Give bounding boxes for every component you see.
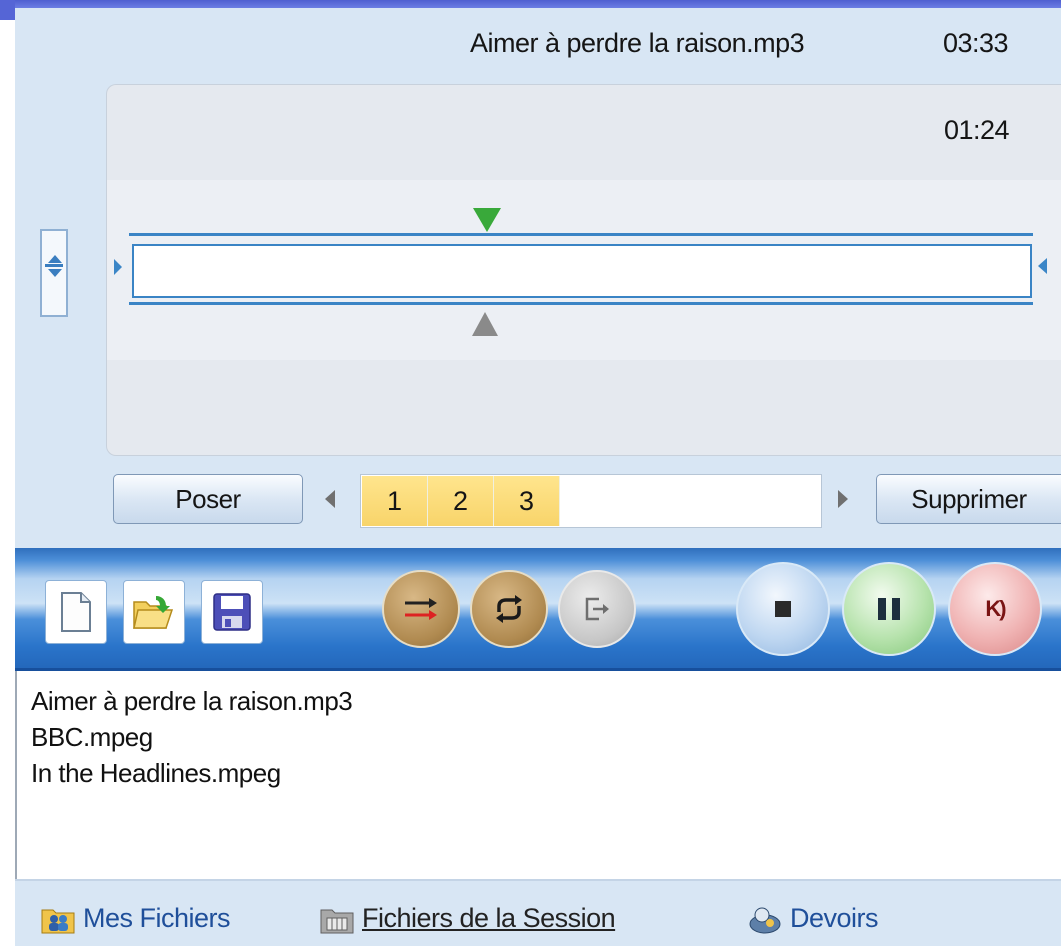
current-file-name: Aimer à perdre la raison.mp3 bbox=[470, 28, 805, 58]
bottom-tab-bar: Mes Fichiers Fichiers de la Session Devo… bbox=[15, 879, 1061, 946]
tab-devoirs[interactable]: Devoirs bbox=[748, 903, 879, 934]
segment-prev-arrow-icon[interactable] bbox=[325, 490, 335, 508]
zoom-bar-icon bbox=[45, 264, 63, 267]
tab-fichiers-session[interactable]: Fichiers de la Session bbox=[320, 903, 616, 934]
vertical-zoom-control[interactable] bbox=[40, 229, 68, 317]
list-item[interactable]: In the Headlines.mpeg bbox=[31, 755, 1061, 791]
position-marker-icon[interactable] bbox=[472, 312, 498, 336]
segment-1[interactable]: 1 bbox=[362, 476, 428, 526]
poser-button[interactable]: Poser bbox=[113, 474, 303, 524]
supprimer-button[interactable]: Supprimer bbox=[876, 474, 1061, 524]
segment-next-arrow-icon[interactable] bbox=[838, 490, 848, 508]
stop-icon[interactable] bbox=[736, 562, 830, 656]
session-folder-icon bbox=[320, 904, 354, 934]
tab-label: Devoirs bbox=[790, 903, 879, 933]
track-line-top bbox=[129, 233, 1033, 236]
playhead-marker-icon[interactable] bbox=[473, 208, 501, 232]
tab-label: Mes Fichiers bbox=[83, 903, 231, 933]
marker-segments: 1 2 3 bbox=[360, 474, 822, 528]
file-duration: 03:33 bbox=[943, 28, 1009, 58]
export-icon[interactable] bbox=[558, 570, 636, 648]
switch-arrows-icon[interactable] bbox=[382, 570, 460, 648]
users-folder-icon bbox=[41, 904, 75, 934]
save-disk-icon[interactable] bbox=[201, 580, 263, 644]
list-item[interactable]: BBC.mpeg bbox=[31, 719, 1061, 755]
new-document-icon[interactable] bbox=[45, 580, 107, 644]
repeat-icon[interactable] bbox=[470, 570, 548, 648]
zoom-up-arrow-icon bbox=[48, 255, 62, 263]
stop-square bbox=[775, 601, 791, 617]
homework-icon bbox=[748, 904, 782, 934]
window-corner bbox=[0, 0, 15, 20]
track-start-handle-icon[interactable] bbox=[114, 259, 122, 275]
tab-label: Fichiers de la Session bbox=[362, 903, 616, 933]
record-icon[interactable]: K) bbox=[948, 562, 1042, 656]
open-folder-icon[interactable] bbox=[123, 580, 185, 644]
window-title-bar bbox=[0, 0, 1061, 8]
timeline-track[interactable] bbox=[132, 244, 1032, 298]
record-glyph: K) bbox=[985, 596, 1006, 621]
current-time: 01:24 bbox=[944, 115, 1010, 145]
segment-3[interactable]: 3 bbox=[494, 476, 560, 526]
pause-bars bbox=[878, 598, 900, 620]
tab-mes-fichiers[interactable]: Mes Fichiers bbox=[41, 903, 231, 934]
list-item[interactable]: Aimer à perdre la raison.mp3 bbox=[31, 683, 1061, 719]
zoom-down-arrow-icon bbox=[48, 269, 62, 277]
file-list: Aimer à perdre la raison.mp3 BBC.mpeg In… bbox=[15, 671, 1061, 879]
track-line-bottom bbox=[129, 302, 1033, 305]
segment-2[interactable]: 2 bbox=[428, 476, 494, 526]
pause-icon[interactable] bbox=[842, 562, 936, 656]
track-end-handle-icon[interactable] bbox=[1038, 258, 1047, 274]
